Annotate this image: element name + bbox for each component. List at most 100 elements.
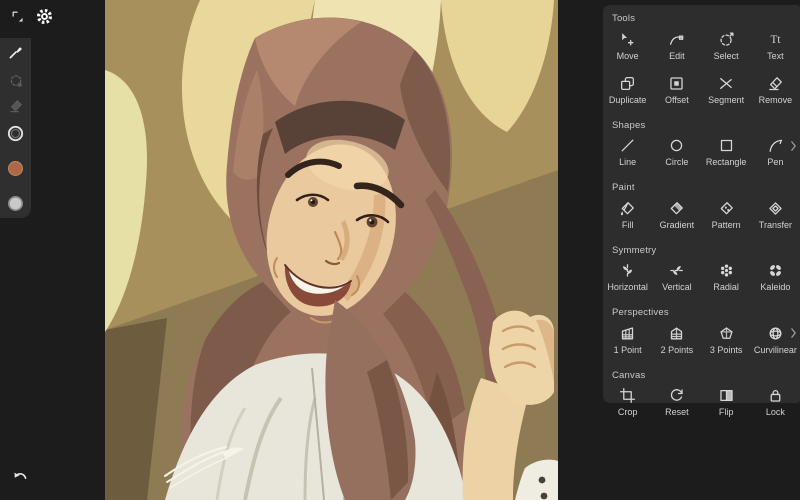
undo-icon[interactable] (8, 464, 32, 488)
lock-icon (767, 385, 784, 406)
panel-item-transfer[interactable]: Transfer (751, 195, 800, 239)
transfer-icon (767, 198, 784, 219)
gear-icon[interactable] (32, 4, 56, 28)
symmetry-vertical-icon (668, 260, 685, 281)
line-icon (619, 135, 636, 156)
tools-panel: Tools Move Edit Select Tt Text Duplicate Offset… (603, 5, 800, 417)
panel-item-label: Segment (708, 94, 745, 105)
panel-item-edit[interactable]: Edit (652, 26, 701, 70)
panel-item-3-points[interactable]: 3 Points (702, 320, 751, 364)
perspective-2-points-icon (668, 323, 685, 344)
panel-item-label: Crop (617, 407, 638, 417)
pen-icon (767, 135, 784, 156)
panel-item-label: Circle (665, 157, 689, 167)
panel-section-tools: Tools Move Edit Select Tt Text Duplicate Offset… (603, 7, 800, 114)
panel-item-label: 3 Points (709, 344, 743, 355)
panel-item-label: Duplicate (608, 94, 647, 105)
brush-tool-icon[interactable] (0, 40, 31, 64)
segment-icon (718, 73, 735, 94)
panel-item-lock[interactable]: Lock (751, 382, 800, 426)
pattern-icon (718, 198, 735, 219)
panel-item-reset[interactable]: Reset (652, 382, 701, 426)
panel-item-circle[interactable]: Circle (652, 132, 701, 176)
panel-item-label: Line (619, 157, 637, 167)
left-toolbar (0, 38, 31, 218)
panel-item-vertical[interactable]: Vertical (652, 257, 701, 301)
panel-item-label: Lock (765, 407, 785, 417)
section-grid: 1 Point 2 Points 3 Points Curvilinear (603, 320, 800, 364)
panel-item-label: Horizontal (607, 282, 648, 292)
canvas[interactable] (105, 0, 558, 500)
panel-item-label: 1 Point (613, 344, 642, 355)
panel-item-segment[interactable]: Segment (702, 70, 751, 114)
panel-section-paint: Paint Fill Gradient Pattern Transfer (603, 176, 800, 239)
lasso-select-tool-icon[interactable] (0, 69, 31, 93)
panel-item-move[interactable]: Move (603, 26, 652, 70)
panel-item-fill[interactable]: Fill (603, 195, 652, 239)
move-icon (619, 29, 636, 50)
panel-item-duplicate[interactable]: Duplicate (603, 70, 652, 114)
panel-item-pattern[interactable]: Pattern (702, 195, 751, 239)
panel-item-radial[interactable]: Radial (702, 257, 751, 301)
section-header: Shapes (612, 119, 646, 131)
panel-item-select[interactable]: Select (702, 26, 751, 70)
perspective-3-points-icon (718, 323, 735, 344)
panel-item-label: Kaleido (760, 282, 791, 292)
section-grid: Move Edit Select Tt Text Duplicate Offset Segme… (603, 26, 800, 114)
chevron-right-icon[interactable] (790, 325, 800, 341)
symmetry-radial-icon (718, 260, 735, 281)
panel-item-text[interactable]: Tt Text (751, 26, 800, 70)
panel-item-label: Move (616, 50, 639, 61)
panel-item-label: 2 Points (660, 344, 694, 355)
perspective-1-point-icon (619, 323, 636, 344)
panel-item-offset[interactable]: Offset (652, 70, 701, 114)
panel-item-horizontal[interactable]: Horizontal (603, 257, 652, 301)
panel-item-line[interactable]: Line (603, 132, 652, 176)
reset-icon (668, 385, 685, 406)
panel-item-label: Remove (758, 94, 793, 105)
primary-color-swatch[interactable] (0, 156, 31, 180)
panel-section-perspectives: Perspectives 1 Point 2 Points 3 Points Curvi… (603, 301, 800, 364)
panel-item-crop[interactable]: Crop (603, 382, 652, 426)
panel-item-label: Reset (665, 407, 689, 417)
gradient-icon (668, 198, 685, 219)
panel-item-flip[interactable]: Flip (702, 382, 751, 426)
section-header: Perspectives (612, 307, 669, 318)
chevron-right-icon[interactable] (790, 138, 800, 154)
remove-icon (767, 73, 784, 94)
fullscreen-toggle-icon[interactable] (7, 6, 29, 28)
section-grid: Horizontal Vertical Radial Kaleido (603, 257, 800, 301)
panel-item-1-point[interactable]: 1 Point (603, 320, 652, 364)
section-grid: Line Circle Rectangle Pen (603, 132, 800, 176)
panel-item-label: Flip (718, 407, 734, 417)
panel-item-label: Vertical (662, 282, 692, 292)
panel-item-label: Gradient (659, 219, 695, 230)
curvilinear-icon (767, 323, 784, 344)
section-header: Tools (612, 13, 636, 24)
section-header: Paint (612, 182, 635, 193)
secondary-color-swatch[interactable] (0, 191, 31, 215)
panel-item-label: Fill (621, 219, 634, 230)
rectangle-icon (718, 135, 735, 156)
panel-item-gradient[interactable]: Gradient (652, 195, 701, 239)
panel-item-label: Offset (664, 94, 689, 105)
panel-item-kaleido[interactable]: Kaleido (751, 257, 800, 301)
panel-item-label: Radial (713, 282, 739, 292)
brush-size-ring-icon[interactable] (0, 121, 31, 145)
eraser-tool-icon[interactable] (0, 94, 31, 118)
panel-item-label: Curvilinear (753, 344, 797, 355)
section-grid: Crop Reset Flip Lock (603, 382, 800, 426)
panel-item-label: Rectangle (705, 157, 747, 167)
section-grid: Fill Gradient Pattern Transfer (603, 195, 800, 239)
panel-item-label: Select (713, 50, 739, 61)
panel-item-label: Text (767, 50, 784, 61)
panel-section-canvas: Canvas Crop Reset Flip Lock (603, 364, 800, 427)
symmetry-kaleido-icon (767, 260, 784, 281)
panel-item-2-points[interactable]: 2 Points (652, 320, 701, 364)
panel-item-rectangle[interactable]: Rectangle (702, 132, 751, 176)
panel-section-shapes: Shapes Line Circle Rectangle Pen (603, 114, 800, 177)
circle-icon (668, 135, 685, 156)
symmetry-horizontal-icon (619, 260, 636, 281)
section-header: Canvas (612, 369, 646, 381)
panel-item-remove[interactable]: Remove (751, 70, 800, 114)
